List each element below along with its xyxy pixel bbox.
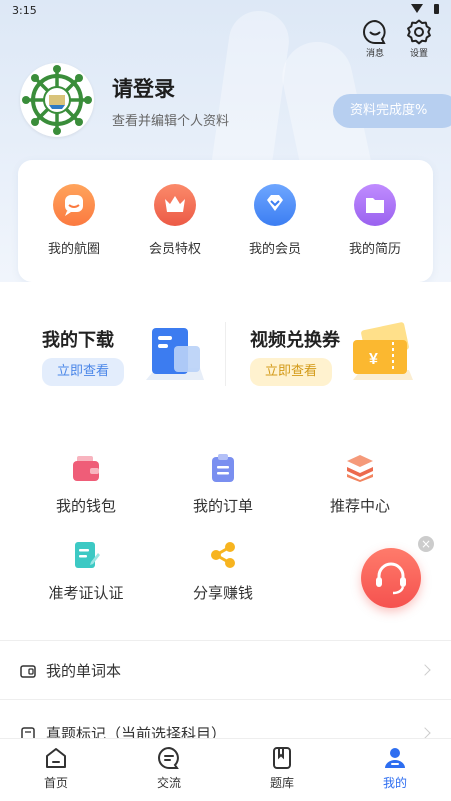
profile-screen: 3:15 消息 设置 请登录 查看并编辑个人资料 资料完成度% 我的航圈 会员特… xyxy=(0,0,451,801)
home-icon xyxy=(46,748,66,768)
voucher-title: 视频兑换券 xyxy=(250,330,340,351)
quick-item-member-privileges[interactable]: 会员特权 xyxy=(140,184,210,257)
wifi-icon xyxy=(411,4,423,13)
chat-icon xyxy=(158,746,179,769)
settings-button[interactable]: 设置 xyxy=(402,19,436,59)
grid-label-share-earn: 分享赚钱 xyxy=(192,584,253,602)
ticket-icon: ¥ xyxy=(353,322,413,380)
chat-bubble-icon xyxy=(53,184,95,226)
grid-item-admission-ticket[interactable]: 准考证认证 xyxy=(36,540,136,603)
download-document-icon xyxy=(146,328,204,380)
messages-button[interactable]: 消息 xyxy=(358,19,392,59)
list-label-word-book: 我的单词本 xyxy=(46,662,122,680)
quick-actions-card: 我的航圈 会员特权 我的会员 我的简历 xyxy=(18,160,433,282)
login-title[interactable]: 请登录 xyxy=(112,73,175,103)
grid-label-wallet: 我的钱包 xyxy=(55,497,116,515)
grid-label-recommend-center: 推荐中心 xyxy=(329,497,390,515)
stack-icon xyxy=(347,455,373,482)
quick-label-my-membership: 我的会员 xyxy=(248,242,301,257)
status-bar: 3:15 xyxy=(0,0,451,20)
crown-icon xyxy=(154,184,196,226)
avatar[interactable] xyxy=(20,63,94,137)
wallet-icon xyxy=(73,456,99,481)
grid-item-wallet[interactable]: 我的钱包 xyxy=(36,453,136,516)
folder-icon xyxy=(354,184,396,226)
user-icon xyxy=(385,748,405,768)
service-close-button[interactable]: × xyxy=(418,536,434,552)
tab-label-community: 交流 xyxy=(156,776,181,790)
quick-item-my-resume[interactable]: 我的简历 xyxy=(340,184,410,257)
tab-label-question-bank: 题库 xyxy=(269,776,294,790)
tab-community[interactable]: 交流 xyxy=(129,746,209,791)
chevron-right-icon xyxy=(419,727,431,739)
tab-question-bank[interactable]: 题库 xyxy=(242,746,322,791)
grid-item-orders[interactable]: 我的订单 xyxy=(173,453,273,516)
tab-label-home: 首页 xyxy=(43,776,68,790)
grid-item-share-earn[interactable]: 分享赚钱 xyxy=(173,540,273,603)
settings-label: 设置 xyxy=(409,49,428,59)
gear-icon xyxy=(407,19,431,45)
message-icon xyxy=(363,19,386,44)
chevron-right-icon xyxy=(419,664,431,676)
quick-label-member-privileges: 会员特权 xyxy=(148,242,201,257)
grid-label-admission-ticket: 准考证认证 xyxy=(48,584,124,602)
clipboard-icon xyxy=(212,454,234,482)
login-subtitle[interactable]: 查看并编辑个人资料 xyxy=(112,110,229,129)
quick-item-my-membership[interactable]: 我的会员 xyxy=(240,184,310,257)
quick-item-hangquan[interactable]: 我的航圈 xyxy=(39,184,109,257)
customer-service-button[interactable] xyxy=(361,548,421,608)
headset-icon xyxy=(376,562,406,595)
downloads-title: 我的下载 xyxy=(42,330,114,351)
grid-label-orders: 我的订单 xyxy=(192,497,253,515)
diamond-icon xyxy=(254,184,296,226)
tab-label-mine: 我的 xyxy=(382,776,407,790)
book-icon xyxy=(273,747,291,769)
voucher-view-button[interactable]: 立即查看 xyxy=(250,358,332,386)
voucher-currency-symbol: ¥ xyxy=(369,351,378,368)
tab-mine[interactable]: 我的 xyxy=(355,746,435,791)
promo-divider xyxy=(225,322,226,386)
grid-item-recommend-center[interactable]: 推荐中心 xyxy=(310,453,410,516)
ship-wheel-logo-icon xyxy=(22,65,92,135)
bottom-tab-bar: 首页 交流 题库 我的 xyxy=(0,738,451,801)
list-item-word-book[interactable]: 我的单词本 xyxy=(0,640,451,700)
notebook-icon xyxy=(20,665,36,678)
battery-icon xyxy=(434,4,439,14)
status-time: 3:15 xyxy=(12,4,37,17)
tab-home[interactable]: 首页 xyxy=(16,746,96,791)
quick-label-my-resume: 我的简历 xyxy=(348,242,401,257)
downloads-view-button[interactable]: 立即查看 xyxy=(42,358,124,386)
quick-label-hangquan: 我的航圈 xyxy=(47,242,100,257)
profile-completion-button[interactable]: 资料完成度% xyxy=(333,94,451,128)
share-icon xyxy=(211,542,235,568)
messages-label: 消息 xyxy=(365,49,384,59)
document-edit-icon xyxy=(75,542,100,568)
